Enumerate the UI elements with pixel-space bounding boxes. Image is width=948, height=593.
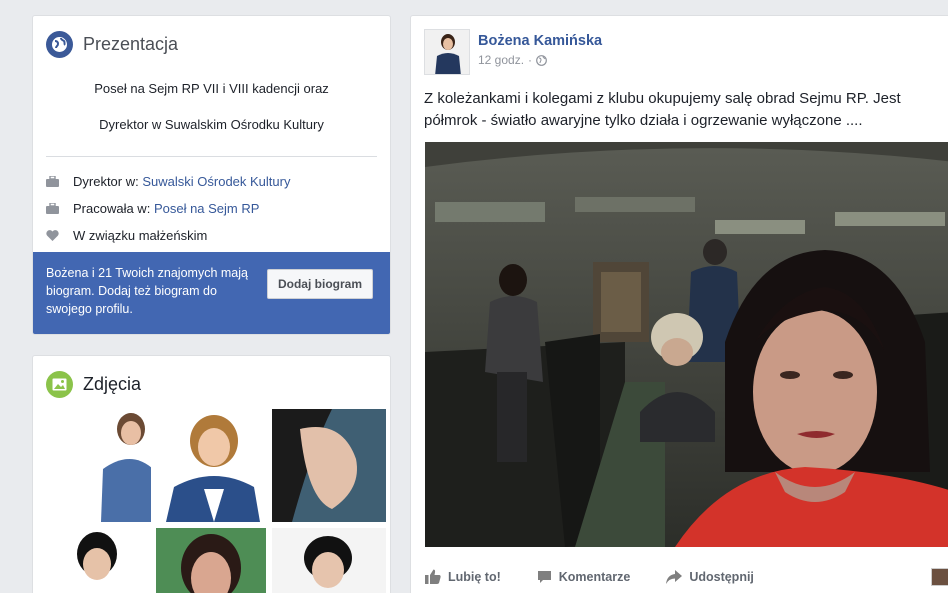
photos-header: Zdjęcia bbox=[33, 356, 390, 412]
photo-thumb-5[interactable] bbox=[156, 528, 266, 593]
photos-title: Zdjęcia bbox=[83, 373, 142, 394]
like-label: Lubię to! bbox=[448, 569, 501, 584]
work-link-soc[interactable]: Suwalski Ośrodek Kultury bbox=[142, 174, 290, 189]
share-label: Udostępnij bbox=[689, 569, 754, 584]
intro-title: Prezentacja bbox=[83, 33, 179, 54]
author-avatar[interactable] bbox=[424, 29, 470, 75]
photo-thumb-2[interactable] bbox=[156, 409, 266, 522]
promo-text: Bożena i 21 Twoich znajomych mają biogra… bbox=[46, 266, 248, 316]
share-button[interactable]: Udostępnij bbox=[666, 569, 754, 584]
briefcase-icon bbox=[46, 203, 59, 214]
intro-header: Prezentacja bbox=[33, 16, 390, 72]
thumbs-up-icon bbox=[425, 569, 441, 584]
info-prefix: Dyrektor w: bbox=[73, 174, 139, 189]
comment-icon bbox=[537, 570, 551, 583]
post-timestamp[interactable]: 12 godz. bbox=[478, 53, 524, 67]
viewer-avatar[interactable] bbox=[931, 568, 948, 586]
post-actions: Lubię to! Komentarze Udostępnij bbox=[425, 569, 790, 584]
info-prefix: Pracowała w: bbox=[73, 201, 151, 216]
comment-label: Komentarze bbox=[558, 569, 631, 584]
divider bbox=[46, 156, 377, 157]
info-row-relationship: W związku małżeńskim bbox=[33, 222, 390, 249]
heart-icon bbox=[46, 230, 59, 241]
photo-thumb-4[interactable] bbox=[41, 528, 151, 593]
briefcase-icon bbox=[46, 176, 59, 187]
comment-button[interactable]: Komentarze bbox=[537, 569, 631, 584]
post-header: Bożena Kamińska 12 godz. · bbox=[424, 29, 602, 75]
bio-line-2: Dyrektor w Suwalskim Ośrodku Kultury bbox=[99, 117, 324, 132]
intro-info-list: Dyrektor w: Suwalski Ośrodek Kultury Pra… bbox=[33, 168, 390, 249]
work-link-sejm[interactable]: Poseł na Sejm RP bbox=[154, 201, 260, 216]
post-meta: 12 godz. · bbox=[478, 53, 602, 67]
intro-card: Prezentacja Poseł na Sejm RP VII i VIII … bbox=[32, 15, 391, 335]
bio-line-1: Poseł na Sejm RP VII i VIII kadencji ora… bbox=[94, 81, 329, 96]
like-button[interactable]: Lubię to! bbox=[425, 569, 501, 584]
info-row-past-work: Pracowała w: Poseł na Sejm RP bbox=[33, 195, 390, 222]
author-name[interactable]: Bożena Kamińska bbox=[478, 33, 602, 49]
photo-thumb-6[interactable] bbox=[272, 528, 386, 593]
add-biography-button[interactable]: Dodaj biogram bbox=[266, 269, 373, 299]
post-photo[interactable] bbox=[425, 142, 948, 547]
photos-icon bbox=[46, 370, 73, 398]
post-card: Bożena Kamińska 12 godz. · Z koleżankami… bbox=[410, 15, 948, 593]
globe-icon bbox=[46, 30, 73, 58]
photos-card: Zdjęcia bbox=[32, 355, 391, 593]
biography-promo: Bożena i 21 Twoich znajomych mają biogra… bbox=[33, 252, 390, 334]
meta-separator: · bbox=[528, 53, 533, 67]
photo-thumb-3[interactable] bbox=[272, 409, 386, 522]
post-text: Z koleżankami i kolegami z klubu okupuje… bbox=[424, 90, 901, 129]
relationship-status: W związku małżeńskim bbox=[73, 228, 208, 243]
globe-icon[interactable] bbox=[536, 54, 547, 66]
photo-thumb-1[interactable] bbox=[41, 409, 151, 522]
info-row-work: Dyrektor w: Suwalski Ośrodek Kultury bbox=[33, 168, 390, 195]
share-icon bbox=[666, 569, 683, 584]
